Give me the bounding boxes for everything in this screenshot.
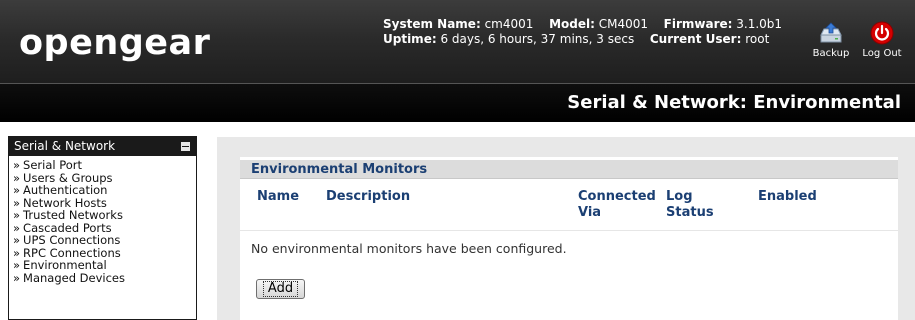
- column-header-connected-line-2: Via: [578, 205, 602, 220]
- system-name-label: System Name:: [383, 17, 481, 31]
- column-header-enabled-label: Enabled: [758, 189, 817, 204]
- bullet-icon: »: [13, 258, 21, 272]
- column-header-log-line-1: Log: [666, 189, 693, 204]
- section-title: Environmental Monitors: [251, 162, 428, 177]
- uptime-value: 6 days, 6 hours, 37 mins, 3 secs: [440, 32, 635, 46]
- backup-button[interactable]: Backup: [809, 20, 853, 59]
- system-name-value: cm4001: [484, 17, 534, 31]
- divider: [240, 230, 898, 231]
- column-header-enabled: Enabled: [758, 189, 817, 205]
- sidebar-list: » Serial Port » Users & Groups » Authentica…: [9, 156, 196, 284]
- column-header-name-label: Name: [257, 189, 300, 204]
- bullet-icon: »: [13, 158, 21, 172]
- column-header-connected-line-1: Connected: [578, 189, 656, 204]
- section-header: Environmental Monitors: [240, 160, 898, 179]
- sidebar-item-managed-devices[interactable]: » Managed Devices: [13, 270, 196, 285]
- current-user-label: Current User:: [649, 32, 742, 46]
- backup-icon: [820, 22, 842, 43]
- page-title-bar: Serial & Network: Environmental: [0, 83, 915, 122]
- environmental-monitors-panel: Environmental Monitors Name Description …: [240, 157, 898, 320]
- sidebar-heading-label: Serial & Network: [14, 139, 116, 153]
- system-info-line-1: System Name: cm4001 Model: CM4001 Firmwa…: [383, 17, 782, 32]
- power-icon: [870, 21, 894, 45]
- empty-state-message: No environmental monitors have been conf…: [251, 241, 567, 256]
- sidebar-item-label: Managed Devices: [23, 270, 126, 285]
- bullet-icon: »: [13, 270, 21, 285]
- column-header-log-line-2: Status: [666, 205, 714, 220]
- add-button[interactable]: Add: [256, 279, 305, 299]
- sidebar-heading[interactable]: Serial & Network: [9, 137, 196, 156]
- sidebar-menu: Serial & Network » Serial Port » Users & G…: [8, 136, 197, 320]
- firmware-label: Firmware:: [663, 17, 733, 31]
- system-info: System Name: cm4001 Model: CM4001 Firmwa…: [383, 17, 782, 47]
- firmware-value: 3.1.0b1: [736, 17, 783, 31]
- current-user-value: root: [745, 32, 770, 46]
- column-header-description: Description: [326, 189, 410, 205]
- bullet-icon: »: [13, 233, 21, 247]
- add-button-label: Add: [262, 281, 299, 297]
- logout-label: Log Out: [862, 48, 902, 59]
- page-title: Serial & Network: Environmental: [567, 92, 901, 113]
- model-label: Model:: [549, 17, 595, 31]
- bullet-icon: »: [13, 208, 21, 222]
- top-header: opengear System Name: cm4001 Model: CM40…: [0, 0, 915, 83]
- main-panel: Environmental Monitors Name Description …: [217, 137, 915, 320]
- bullet-icon: »: [13, 183, 21, 197]
- opengear-logo: opengear: [19, 23, 211, 63]
- uptime-label: Uptime:: [383, 32, 437, 46]
- column-header-log-status: Log Status: [666, 189, 714, 221]
- collapse-icon[interactable]: [181, 142, 190, 151]
- column-header-name: Name: [257, 189, 299, 205]
- column-header-connected-via: Connected Via: [578, 189, 656, 221]
- logout-button[interactable]: Log Out: [860, 20, 904, 59]
- model-value: CM4001: [598, 17, 648, 31]
- column-header-description-label: Description: [326, 189, 411, 204]
- system-info-line-2: Uptime: 6 days, 6 hours, 37 mins, 3 secs…: [383, 32, 782, 47]
- backup-label: Backup: [812, 48, 850, 59]
